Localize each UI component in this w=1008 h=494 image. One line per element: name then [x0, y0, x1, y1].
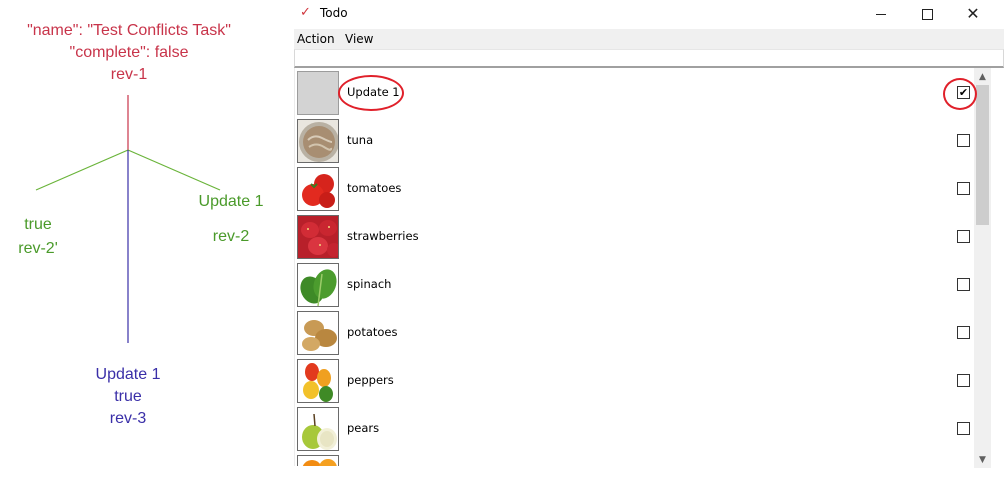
window-title: Todo: [320, 6, 348, 20]
tomatoes-image: [298, 168, 338, 210]
title-bar[interactable]: ✓ Todo ✕: [290, 0, 1008, 28]
maximize-icon: [921, 8, 933, 20]
list-item[interactable]: tuna: [295, 118, 975, 166]
list-item[interactable]: potatoes: [295, 310, 975, 358]
close-icon: ✕: [966, 4, 980, 23]
minimize-icon: [876, 13, 886, 15]
list-item[interactable]: tomatoes: [295, 166, 975, 214]
scroll-up-icon[interactable]: ▲: [974, 68, 991, 85]
item-label: peppers: [347, 373, 394, 387]
item-label: pears: [347, 421, 380, 435]
item-label: tuna: [347, 133, 374, 147]
item-thumbnail-pears: [297, 407, 339, 451]
oranges-image: [298, 456, 338, 466]
item-thumbnail-spinach: [297, 263, 339, 307]
right-branch-rev: rev-2: [212, 228, 250, 245]
complete-checkbox[interactable]: [957, 230, 970, 243]
complete-checkbox[interactable]: [957, 326, 970, 339]
pears-image: [298, 408, 338, 450]
revision-tree-diagram: "name": "Test Conflicts Task" "complete"…: [0, 0, 290, 494]
peppers-image: [298, 360, 338, 402]
root-name-text: "name": "Test Conflicts Task": [27, 22, 231, 39]
potatoes-image: [298, 312, 338, 354]
left-branch-line: [35, 149, 129, 191]
complete-checkbox[interactable]: [957, 182, 970, 195]
complete-checkbox[interactable]: [957, 134, 970, 147]
item-label: potatoes: [347, 325, 398, 339]
bottom-branch-complete: true: [114, 388, 142, 405]
bottom-branch-value: Update 1: [95, 366, 161, 383]
todo-window: ✓ Todo ✕ Action View Update 1 ✔ tuna tom…: [290, 0, 1008, 494]
scroll-thumb[interactable]: [976, 85, 989, 225]
list-item[interactable]: strawberries: [295, 214, 975, 262]
maximize-button[interactable]: [904, 0, 950, 28]
item-label: Update 1: [347, 85, 400, 99]
item-thumbnail-potatoes: [297, 311, 339, 355]
minimize-button[interactable]: [858, 0, 904, 28]
item-thumbnail-strawberries: [297, 215, 339, 259]
list-item[interactable]: spinach: [295, 262, 975, 310]
right-branch-value: Update 1: [198, 193, 264, 210]
list-item[interactable]: peppers: [295, 358, 975, 406]
item-thumbnail-peppers: [297, 359, 339, 403]
root-rev-text: rev-1: [110, 66, 148, 83]
left-branch-rev: rev-2': [18, 240, 58, 257]
complete-checkbox[interactable]: ✔: [957, 86, 970, 99]
vertical-scrollbar[interactable]: ▲ ▼: [974, 68, 991, 468]
root-complete-text: "complete": false: [69, 44, 189, 61]
root-node-label: "name": "Test Conflicts Task" "complete"…: [0, 20, 258, 86]
list-item[interactable]: Update 1 ✔: [295, 70, 975, 118]
menu-view[interactable]: View: [345, 32, 373, 46]
close-button[interactable]: ✕: [950, 0, 996, 28]
item-thumbnail-oranges: [297, 455, 339, 466]
item-label: strawberries: [347, 229, 419, 243]
left-branch-value: true: [24, 216, 52, 233]
spinach-image: [298, 264, 338, 306]
right-branch-label: Update 1 rev-2: [190, 191, 272, 248]
list-item[interactable]: pears: [295, 406, 975, 454]
right-branch-line: [127, 149, 221, 191]
complete-checkbox[interactable]: [957, 422, 970, 435]
checkmark-icon: ✓: [300, 5, 311, 20]
check-icon: ✔: [958, 86, 969, 99]
scroll-down-icon[interactable]: ▼: [974, 451, 991, 468]
left-branch-label: true rev-2': [8, 214, 68, 260]
item-thumbnail-tuna: [297, 119, 339, 163]
list-item[interactable]: [295, 454, 975, 466]
item-thumbnail-blank: [297, 71, 339, 115]
complete-checkbox[interactable]: [957, 374, 970, 387]
menu-bar: Action View: [294, 29, 1004, 49]
menu-action[interactable]: Action: [297, 32, 335, 46]
bottom-branch-rev: rev-3: [109, 410, 147, 427]
item-thumbnail-tomatoes: [297, 167, 339, 211]
item-label: tomatoes: [347, 181, 402, 195]
bottom-branch-label: Update 1 true rev-3: [80, 364, 176, 430]
todo-list[interactable]: Update 1 ✔ tuna tomatoes strawberries sp…: [294, 68, 995, 466]
complete-checkbox[interactable]: [957, 278, 970, 291]
item-label: spinach: [347, 277, 392, 291]
toolbar-strip: [294, 49, 1004, 68]
strawberries-image: [298, 216, 338, 258]
tuna-image: [298, 120, 338, 162]
